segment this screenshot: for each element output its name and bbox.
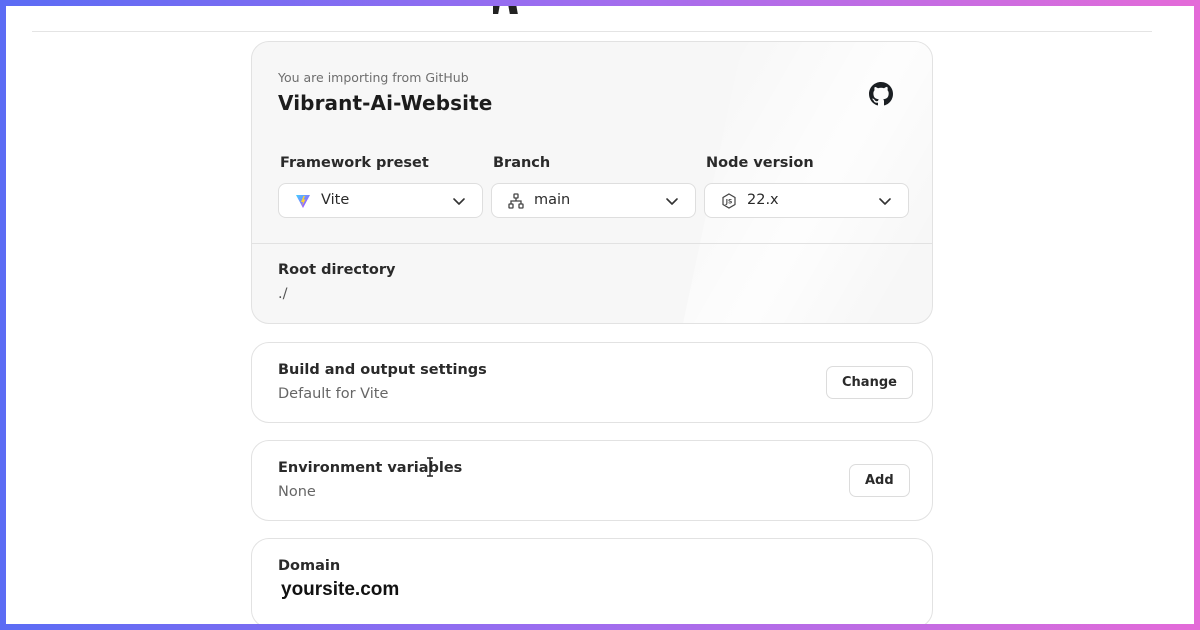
domain-value[interactable]: yoursite.com (281, 579, 399, 601)
node-version-value: 22.x (747, 192, 779, 208)
page-frame: You are importing from GitHub Vibrant-Ai… (6, 6, 1194, 624)
chevron-down-icon (453, 198, 465, 205)
nodejs-icon: JS (722, 193, 736, 209)
github-icon[interactable] (869, 82, 893, 106)
text-cursor-icon (427, 457, 433, 477)
vercel-logo-icon (493, 6, 518, 14)
add-button[interactable]: Add (849, 464, 910, 497)
repo-title: Vibrant-Ai-Website (278, 91, 493, 115)
import-card: You are importing from GitHub Vibrant-Ai… (251, 41, 933, 324)
framework-preset-label: Framework preset (280, 155, 429, 171)
node-version-label: Node version (706, 155, 814, 171)
framework-preset-value: Vite (321, 192, 350, 208)
svg-text:JS: JS (725, 199, 733, 206)
domain-title: Domain (278, 558, 341, 574)
build-settings-title: Build and output settings (278, 362, 487, 378)
import-source-label: You are importing from GitHub (278, 70, 469, 85)
chevron-down-icon (666, 198, 678, 205)
branch-label: Branch (493, 155, 551, 171)
branch-select[interactable]: main (491, 183, 696, 218)
vite-logo-icon (296, 195, 310, 208)
header-divider (32, 31, 1152, 32)
env-vars-subtitle: None (278, 484, 316, 500)
change-button[interactable]: Change (826, 366, 913, 399)
build-settings-card: Build and output settings Default for Vi… (251, 342, 933, 423)
branch-value: main (534, 192, 571, 208)
framework-preset-select[interactable]: Vite (278, 183, 483, 218)
chevron-down-icon (879, 198, 891, 205)
root-directory-value[interactable]: ./ (278, 286, 288, 302)
card-divider (252, 243, 932, 244)
node-version-select[interactable]: JS 22.x (704, 183, 909, 218)
build-settings-subtitle: Default for Vite (278, 386, 389, 402)
root-directory-label: Root directory (278, 262, 396, 278)
env-vars-card: Environment variables None Add (251, 440, 933, 521)
git-branch-icon (508, 193, 524, 209)
domain-card: Domain yoursite.com (251, 538, 933, 624)
